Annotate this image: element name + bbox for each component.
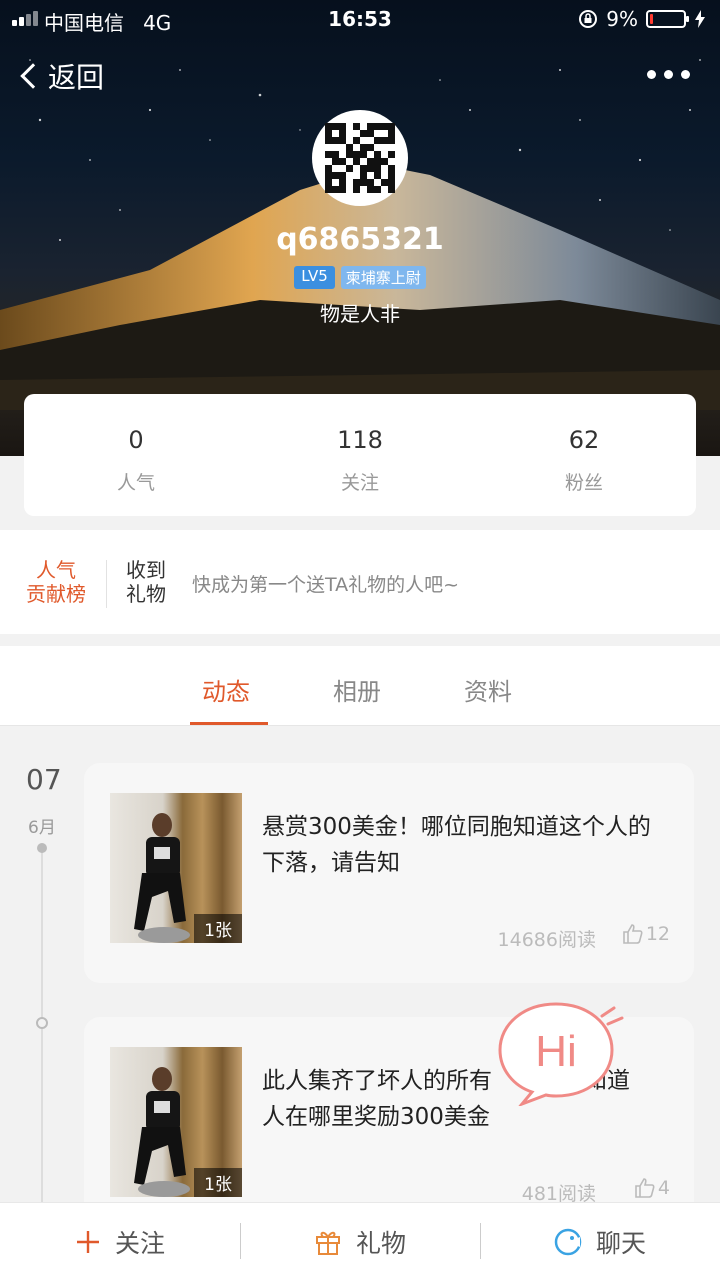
- gift-icon: [315, 1231, 340, 1255]
- battery-percent: 9%: [606, 7, 638, 31]
- person-photo: [134, 813, 190, 943]
- post-date-day: 07: [26, 763, 62, 796]
- post-text: 悬赏300美金！哪位同胞知道这个人的下落，请告知: [262, 814, 651, 876]
- tab-profile-info[interactable]: 资料: [464, 672, 512, 707]
- stat-followers[interactable]: 62 粉丝: [472, 394, 696, 516]
- qr-code-image: [325, 123, 395, 193]
- status-bar: 中国电信 4G 16:53 9%: [0, 0, 720, 40]
- level-badge: LV5: [294, 266, 335, 289]
- stat-value: 0: [128, 426, 144, 454]
- title-badge: 柬埔寨上尉: [340, 266, 426, 289]
- rank-line-1: 人气: [36, 558, 76, 582]
- received-gifts-label: 收到 礼物: [126, 558, 166, 606]
- chat-icon: [554, 1228, 582, 1255]
- stats-card: 0 人气 118 关注 62 粉丝: [24, 394, 696, 516]
- charging-icon: [695, 10, 705, 28]
- like-count: 12: [645, 923, 670, 945]
- popularity-ranking-link[interactable]: 人气 贡献榜: [24, 558, 88, 606]
- hi-greeting-button[interactable]: Hi: [496, 1000, 626, 1106]
- follow-button[interactable]: 关注: [0, 1203, 240, 1280]
- follow-label: 关注: [114, 1228, 165, 1258]
- post-card[interactable]: 1张 悬赏300美金！哪位同胞知道这个人的下落，请告知 14686阅读 12: [84, 763, 694, 983]
- stat-value: 118: [337, 426, 383, 454]
- thumbs-up-icon: [635, 1178, 655, 1198]
- post-date-month: 6月: [28, 818, 56, 838]
- back-button[interactable]: 返回: [18, 56, 104, 96]
- gift-hint: 快成为第一个送TA礼物的人吧~: [192, 574, 460, 596]
- tab-moments[interactable]: 动态: [202, 672, 250, 707]
- bottom-action-bar: 关注 礼物 聊天: [0, 1202, 720, 1280]
- gift-label: 礼物: [355, 1228, 406, 1258]
- stat-label: 粉丝: [564, 472, 603, 494]
- rotation-lock-icon: [579, 10, 598, 28]
- more-button[interactable]: [647, 70, 690, 79]
- thumbs-up-icon: [623, 924, 643, 944]
- stat-label: 关注: [340, 472, 379, 494]
- like-button[interactable]: 4: [634, 1177, 670, 1199]
- timeline-dot: [37, 843, 47, 853]
- like-button[interactable]: 12: [622, 923, 670, 945]
- stat-label: 人气: [116, 472, 155, 494]
- avatar[interactable]: [312, 110, 408, 206]
- plus-icon: [76, 1230, 99, 1253]
- battery-icon: [646, 10, 689, 28]
- hi-text: Hi: [535, 1027, 577, 1076]
- rank-line-2: 贡献榜: [26, 582, 86, 606]
- profile-header: 中国电信 4G 16:53 9% 返回 q6865321 LV5 柬埔寨上尉 物…: [0, 0, 720, 456]
- gift-button[interactable]: 礼物: [240, 1203, 480, 1280]
- divider: [106, 560, 107, 608]
- moments-feed: 07 6月 1张 悬赏300美金！哪位同胞知道这个人的下落，请告知 14686阅…: [0, 727, 720, 1207]
- profile-tabs: 动态 相册 资料: [0, 646, 720, 726]
- username: q6865321: [276, 222, 444, 257]
- read-count: 14686阅读: [497, 929, 596, 951]
- like-count: 4: [657, 1177, 670, 1199]
- tab-album[interactable]: 相册: [333, 672, 381, 707]
- stat-popularity[interactable]: 0 人气: [24, 394, 248, 516]
- timeline-dot: [36, 1017, 48, 1029]
- stat-value: 62: [568, 426, 600, 454]
- image-count: 1张: [194, 1168, 242, 1197]
- person-photo: [134, 1067, 190, 1197]
- battery-level: [650, 14, 653, 24]
- stat-following[interactable]: 118 关注: [248, 394, 472, 516]
- gift-contribution-section[interactable]: 人气 贡献榜 收到 礼物 快成为第一个送TA礼物的人吧~: [0, 530, 720, 634]
- profile-motto: 物是人非: [320, 302, 400, 326]
- active-tab-indicator: [190, 722, 268, 725]
- badges: LV5 柬埔寨上尉: [0, 266, 720, 289]
- chat-label: 聊天: [595, 1228, 646, 1258]
- more-dots-icon: [647, 70, 656, 79]
- chevron-left-icon: [20, 63, 46, 89]
- back-label: 返回: [48, 61, 105, 94]
- post-image[interactable]: 1张: [110, 793, 242, 943]
- post-image[interactable]: 1张: [110, 1047, 242, 1197]
- top-nav: 返回: [0, 52, 720, 96]
- image-count: 1张: [194, 914, 242, 943]
- chat-button[interactable]: 聊天: [480, 1203, 720, 1280]
